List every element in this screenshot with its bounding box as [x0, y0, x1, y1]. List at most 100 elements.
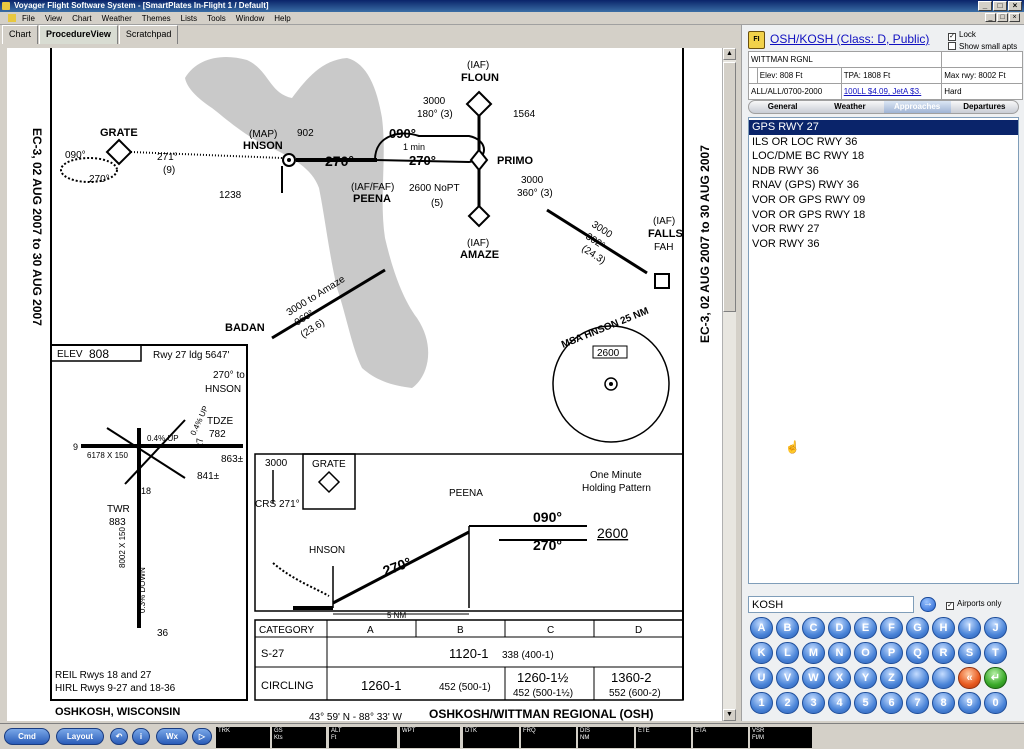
- procedure-item[interactable]: VOR RWY 36: [749, 237, 1018, 252]
- key-p[interactable]: P: [880, 642, 903, 664]
- key-3[interactable]: 3: [802, 692, 825, 714]
- menu-weather[interactable]: Weather: [102, 14, 132, 23]
- lock-option[interactable]: ✓ Lock: [948, 29, 1017, 41]
- wx-button[interactable]: Wx: [156, 728, 188, 745]
- procedure-item[interactable]: VOR OR GPS RWY 18: [749, 208, 1018, 223]
- key-e[interactable]: E: [854, 617, 877, 639]
- search-go-button[interactable]: →: [920, 597, 936, 612]
- maximize-button[interactable]: □: [993, 1, 1007, 11]
- airport-fuel-link[interactable]: 100LL $4.09, JetA $3.: [844, 87, 922, 96]
- menu-chart[interactable]: Chart: [72, 14, 92, 23]
- procedure-item[interactable]: VOR RWY 27: [749, 222, 1018, 237]
- airport-title-link[interactable]: OSH/KOSH (Class: D, Public): [770, 32, 929, 46]
- scroll-down-button[interactable]: ▼: [723, 709, 736, 721]
- key-q[interactable]: Q: [906, 642, 929, 664]
- key-k[interactable]: K: [750, 642, 773, 664]
- procedure-item[interactable]: ILS OR LOC RWY 36: [749, 135, 1018, 150]
- subtab-general[interactable]: General: [749, 101, 816, 113]
- procedure-item[interactable]: LOC/DME BC RWY 18: [749, 149, 1018, 164]
- key-w[interactable]: W: [802, 667, 825, 689]
- key-d[interactable]: D: [828, 617, 851, 639]
- subtab-approaches[interactable]: Approaches: [883, 101, 951, 113]
- key-c[interactable]: C: [802, 617, 825, 639]
- tab-chart[interactable]: Chart: [2, 25, 39, 44]
- info-icon[interactable]: i: [132, 728, 150, 745]
- instrument-unit: NM: [580, 735, 590, 741]
- amaze-label: AMAZE: [460, 249, 499, 261]
- enter-key[interactable]: ↵: [984, 667, 1007, 689]
- procedure-item[interactable]: VOR OR GPS RWY 09: [749, 193, 1018, 208]
- tab-procedureview[interactable]: ProcedureView: [39, 25, 118, 44]
- key-6[interactable]: 6: [880, 692, 903, 714]
- close-button[interactable]: ×: [1008, 1, 1022, 11]
- lock-checkbox[interactable]: ✓: [948, 33, 956, 41]
- key-o[interactable]: O: [854, 642, 877, 664]
- approach-plate[interactable]: EC-3, 02 AUG 2007 to 30 AUG 2007 EC-3, 0…: [7, 48, 722, 721]
- key-z[interactable]: Z: [880, 667, 903, 689]
- key-s[interactable]: S: [958, 642, 981, 664]
- key-x[interactable]: X: [828, 667, 851, 689]
- key-b[interactable]: B: [776, 617, 799, 639]
- airports-only-checkbox[interactable]: ✓: [946, 602, 954, 610]
- key-a[interactable]: A: [750, 617, 773, 639]
- min-s27-value: 1120-1: [449, 646, 489, 661]
- scroll-thumb[interactable]: [723, 62, 736, 312]
- key-t[interactable]: T: [984, 642, 1007, 664]
- key-4[interactable]: 4: [828, 692, 851, 714]
- menu-view[interactable]: View: [45, 14, 62, 23]
- cmd-button[interactable]: Cmd: [4, 728, 50, 745]
- show-small-checkbox[interactable]: [948, 42, 956, 50]
- key-blank[interactable]: [932, 667, 955, 689]
- menu-tools[interactable]: Tools: [207, 14, 226, 23]
- key-i[interactable]: I: [958, 617, 981, 639]
- layout-button[interactable]: Layout: [56, 728, 104, 745]
- airport-header: FI OSH/KOSH (Class: D, Public) ✓ Lock Sho…: [748, 29, 1020, 51]
- profile-missed: [272, 562, 330, 597]
- key-5[interactable]: 5: [854, 692, 877, 714]
- menu-help[interactable]: Help: [274, 14, 290, 23]
- key-v[interactable]: V: [776, 667, 799, 689]
- key-n[interactable]: N: [828, 642, 851, 664]
- minimize-button[interactable]: _: [978, 1, 992, 11]
- key-g[interactable]: G: [906, 617, 929, 639]
- key-h[interactable]: H: [932, 617, 955, 639]
- airport-search-input[interactable]: [748, 596, 914, 613]
- key-8[interactable]: 8: [932, 692, 955, 714]
- key-space[interactable]: [906, 667, 929, 689]
- key-m[interactable]: M: [802, 642, 825, 664]
- procedure-item[interactable]: GPS RWY 27: [749, 120, 1018, 135]
- scroll-up-button[interactable]: ▲: [723, 48, 736, 60]
- procedure-item[interactable]: NDB RWY 36: [749, 164, 1018, 179]
- key-f[interactable]: F: [880, 617, 903, 639]
- chart-scrollbar[interactable]: ▲ ▼: [722, 48, 736, 721]
- menu-file[interactable]: File: [22, 14, 35, 23]
- key-1[interactable]: 1: [750, 692, 773, 714]
- menu-window[interactable]: Window: [236, 14, 264, 23]
- profile-crs-271: 271°: [279, 499, 300, 510]
- key-2[interactable]: 2: [776, 692, 799, 714]
- profile-crs-label: CRS: [255, 499, 276, 510]
- mdi-restore-button[interactable]: □: [997, 13, 1008, 22]
- key-9[interactable]: 9: [958, 692, 981, 714]
- menu-lists[interactable]: Lists: [181, 14, 197, 23]
- subtab-departures[interactable]: Departures: [951, 101, 1018, 113]
- airports-only-option[interactable]: ✓ Airports only: [946, 599, 1001, 610]
- key-u[interactable]: U: [750, 667, 773, 689]
- undo-icon[interactable]: ↶: [110, 728, 128, 745]
- subtab-weather[interactable]: Weather: [816, 101, 883, 113]
- profile-crs-270: 270°: [533, 537, 562, 553]
- mdi-minimize-button[interactable]: _: [985, 13, 996, 22]
- mdi-close-button[interactable]: ×: [1009, 13, 1020, 22]
- procedure-item[interactable]: RNAV (GPS) RWY 36: [749, 178, 1018, 193]
- expand-icon[interactable]: ▷: [192, 728, 212, 745]
- hold-title-1: One Minute: [590, 470, 642, 481]
- tab-scratchpad[interactable]: Scratchpad: [118, 25, 179, 44]
- key-l[interactable]: L: [776, 642, 799, 664]
- menu-themes[interactable]: Themes: [142, 14, 171, 23]
- key-7[interactable]: 7: [906, 692, 929, 714]
- key-r[interactable]: R: [932, 642, 955, 664]
- key-0[interactable]: 0: [984, 692, 1007, 714]
- backspace-key[interactable]: «: [958, 667, 981, 689]
- key-y[interactable]: Y: [854, 667, 877, 689]
- key-j[interactable]: J: [984, 617, 1007, 639]
